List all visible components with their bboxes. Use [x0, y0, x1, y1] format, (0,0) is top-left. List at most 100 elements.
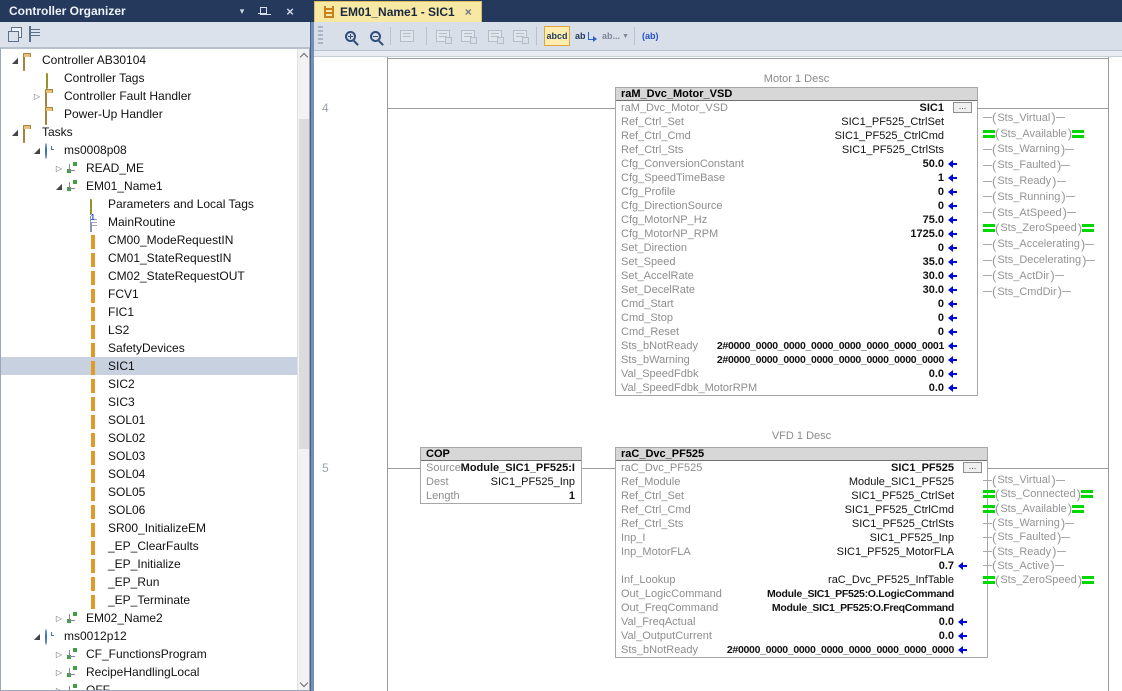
zoom-in-button[interactable] — [339, 26, 361, 46]
tree-expand-arrow-icon[interactable]: ◢ — [29, 146, 45, 155]
tree-item-cm02-staterequestout[interactable]: CM02_StateRequestOUT — [1, 267, 309, 285]
tree-item-ep-initialize[interactable]: _EP_Initialize — [1, 555, 309, 573]
operand-value[interactable]: 50.0 — [923, 157, 944, 171]
tree-item-sr00-initializeem[interactable]: SR00_InitializeEM — [1, 519, 309, 537]
coil-sts-actdir[interactable]: (Sts_ActDir) — [983, 268, 1115, 284]
operand-value[interactable]: 35.0 — [923, 255, 944, 269]
coil-sts-virtual[interactable]: (Sts_Virtual) — [983, 473, 1115, 487]
tree-expand-arrow-icon[interactable]: ◢ — [29, 632, 45, 641]
operand-value[interactable]: SIC1 — [920, 101, 944, 115]
tree-item-sic3[interactable]: SIC3 — [1, 393, 309, 411]
tree-item-sic2[interactable]: SIC2 — [1, 375, 309, 393]
tree-item-ep-clearfaults[interactable]: _EP_ClearFaults — [1, 537, 309, 555]
coil-sts-ready[interactable]: (Sts_Ready) — [983, 544, 1115, 558]
coil-sts-running[interactable]: (Sts_Running) — [983, 189, 1115, 205]
delete-block-button[interactable] — [484, 26, 506, 46]
tree-item-sol04[interactable]: SOL04 — [1, 465, 309, 483]
operand-value[interactable]: 0 — [938, 311, 944, 325]
tree-item-ep-run[interactable]: _EP_Run — [1, 573, 309, 591]
tree-item-sol02[interactable]: SOL02 — [1, 429, 309, 447]
tree-item-safetydevices[interactable]: SafetyDevices — [1, 339, 309, 357]
coil-sts-virtual[interactable]: (Sts_Virtual) — [983, 110, 1115, 126]
tree-item-sol03[interactable]: SOL03 — [1, 447, 309, 465]
operand-value[interactable]: 1725.0 — [910, 227, 944, 241]
tree-item-controller-tags[interactable]: Controller Tags — [1, 69, 309, 87]
operand-value[interactable]: 0.0 — [929, 381, 944, 395]
operand-value[interactable]: raC_Dvc_PF525_InfTable — [828, 573, 954, 587]
coil-sts-active[interactable]: (Sts_Active) — [983, 559, 1115, 573]
operand-value[interactable]: 0.7 — [939, 559, 954, 573]
operand-value[interactable]: 1 — [569, 489, 575, 503]
rung5-comment[interactable]: VFD 1 Desc — [615, 430, 988, 442]
scrollbar-thumb[interactable] — [299, 119, 309, 449]
coil-sts-faulted[interactable]: (Sts_Faulted) — [983, 157, 1115, 173]
paste-block-button[interactable] — [432, 26, 454, 46]
coil-sts-warning[interactable]: (Sts_Warning) — [983, 142, 1115, 158]
zoom-out-button[interactable] — [364, 26, 386, 46]
tree-item-sol01[interactable]: SOL01 — [1, 411, 309, 429]
tree-scrollbar[interactable] — [297, 49, 309, 690]
stacked-windows-button[interactable] — [6, 27, 23, 44]
pin-icon[interactable] — [254, 0, 270, 22]
tree-item-tasks[interactable]: ◢Tasks — [1, 123, 309, 141]
operand-value[interactable]: SIC1_PF525_CtrlCmd — [845, 503, 954, 517]
tag-display-button[interactable]: (ab) — [642, 26, 659, 46]
tree-item-parameters-and-local-tags[interactable]: Parameters and Local Tags — [1, 195, 309, 213]
operand-value[interactable]: SIC1_PF525_MotorFLA — [837, 545, 954, 559]
organizer-close-icon[interactable]: × — [282, 0, 298, 22]
panel-splitter[interactable] — [310, 22, 314, 691]
operand-value[interactable]: 2#0000_0000_0000_0000_0000_0000_0000_000… — [717, 339, 944, 353]
tree-item-ms0008p08[interactable]: ◢ms0008p08 — [1, 141, 309, 159]
tree-item-controller-fault-handler[interactable]: ▷Controller Fault Handler — [1, 87, 309, 105]
tab-close-icon[interactable]: × — [465, 5, 472, 19]
operand-value[interactable]: 0 — [938, 199, 944, 213]
operand-value[interactable]: 2#0000_0000_0000_0000_0000_0000_0000_000… — [717, 353, 944, 367]
coil-sts-accelerating[interactable]: (Sts_Accelerating) — [983, 236, 1115, 252]
tree-item-sol06[interactable]: SOL06 — [1, 501, 309, 519]
tree-item-ms0012p12[interactable]: ◢ms0012p12 — [1, 627, 309, 645]
word-wrap-button[interactable]: ab — [575, 26, 596, 46]
cop-block[interactable]: COPSourceModule_SIC1_PF525:IDestSIC1_PF5… — [420, 447, 582, 504]
operand-value[interactable]: 0.0 — [939, 629, 954, 643]
operand-value[interactable]: SIC1_PF525_CtrlCmd — [835, 129, 944, 143]
tree-item-controller-ab30104[interactable]: ◢Controller AB30104 — [1, 51, 309, 69]
coil-sts-cmddir[interactable]: (Sts_CmdDir) — [983, 284, 1115, 300]
operand-value[interactable]: SIC1_PF525_CtrlSts — [852, 517, 954, 531]
delete-rows-button[interactable] — [509, 26, 531, 46]
tree-expand-arrow-icon[interactable]: ▷ — [51, 668, 67, 677]
operand-value[interactable]: 0 — [938, 325, 944, 339]
tree-expand-arrow-icon[interactable]: ▷ — [51, 164, 67, 173]
browse-button[interactable]: ... — [953, 102, 972, 113]
tree-item-ep-terminate[interactable]: _EP_Terminate — [1, 591, 309, 609]
tree-item-sol05[interactable]: SOL05 — [1, 483, 309, 501]
operand-value[interactable]: 0 — [938, 185, 944, 199]
tree-item-mainroutine[interactable]: 1MainRoutine — [1, 213, 309, 231]
rung-number-5[interactable]: 5 — [322, 461, 346, 475]
tree-item-sic1[interactable]: SIC1 — [1, 357, 309, 375]
operand-value[interactable]: SIC1_PF525 — [891, 461, 954, 475]
operand-value[interactable]: Module_SIC1_PF525:I — [461, 461, 575, 475]
component-list-button[interactable] — [27, 27, 44, 44]
export-block-button[interactable] — [457, 26, 479, 46]
coil-sts-decelerating[interactable]: (Sts_Decelerating) — [983, 252, 1115, 268]
operand-value[interactable]: Module_SIC1_PF525:O.FreqCommand — [772, 601, 954, 615]
motor-block[interactable]: raM_Dvc_Motor_VSDraM_Dvc_Motor_VSDSIC1..… — [615, 87, 978, 396]
tree-item-recipehandlinglocal[interactable]: ▷RecipeHandlingLocal — [1, 663, 309, 681]
operand-value[interactable]: Module_SIC1_PF525 — [849, 475, 954, 489]
tree-expand-arrow-icon[interactable]: ▷ — [51, 650, 67, 659]
operand-value[interactable]: 2#0000_0000_0000_0000_0000_0000_0000_000… — [727, 643, 954, 657]
rung4-comment[interactable]: Motor 1 Desc — [615, 73, 978, 85]
operand-value[interactable]: 1 — [938, 171, 944, 185]
tab-em01-name1-sic1[interactable]: EM01_Name1 - SIC1 × — [314, 1, 482, 22]
scroll-up-icon[interactable] — [298, 49, 310, 62]
rung-number-4[interactable]: 4 — [322, 101, 346, 115]
operand-value[interactable]: 0.0 — [929, 367, 944, 381]
tree-item-read-me[interactable]: ▷READ_ME — [1, 159, 309, 177]
tree-expand-arrow-icon[interactable]: ◢ — [7, 56, 23, 65]
operand-value[interactable]: SIC1_PF525_CtrlSet — [851, 489, 954, 503]
coil-sts-available[interactable]: (Sts_Available) — [983, 126, 1115, 142]
tree-expand-arrow-icon[interactable]: ◢ — [51, 182, 67, 191]
coil-sts-faulted[interactable]: (Sts_Faulted) — [983, 530, 1115, 544]
operand-value[interactable]: 30.0 — [923, 283, 944, 297]
tree-expand-arrow-icon[interactable]: ▷ — [51, 614, 67, 623]
